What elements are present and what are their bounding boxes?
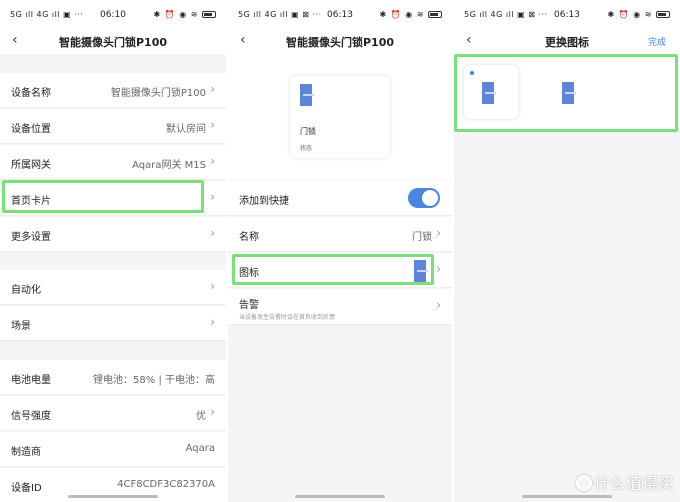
page-title: 智能摄像头门锁P100 (58, 36, 168, 49)
battery-icon (428, 11, 442, 18)
selected-dot-icon (470, 71, 474, 75)
row-label: 场景 (11, 321, 31, 332)
row-value: 4CF8CDF3C82370A (117, 479, 215, 490)
battery-icon (202, 11, 216, 18)
screen-change-icon: 5G ıll 4G ıll ▣ ⊠ ··· 06:13 ✱ ⏰ ◉ ≋ ‹ 更换… (454, 0, 680, 502)
status-bar: 5G ıll 4G ıll ▣ ··· 06:10 ✱ ⏰ ◉ ≋ (0, 0, 226, 30)
row-value: 门锁 (412, 232, 432, 243)
row-label: 告警 (239, 300, 259, 311)
icon-grid (454, 54, 680, 130)
chevron-right-icon: › (210, 82, 215, 96)
row-label: 自动化 (11, 285, 41, 296)
row-label: 信号强度 (11, 411, 51, 422)
door-lock-icon (414, 260, 428, 282)
row-subtext: 当设备发生告警时会在首页收到反馈 (239, 314, 336, 321)
row-add-shortcut: 添加到快捷 (228, 181, 452, 216)
chevron-right-icon: › (210, 190, 215, 204)
row-label: 设备名称 (11, 88, 51, 99)
status-icons: ✱ ⏰ ◉ ≋ (379, 10, 442, 19)
row-label: 更多设置 (11, 232, 51, 243)
row-value: 锂电池：58% | 干电池：高 (93, 375, 215, 386)
row-value: Aqara (185, 443, 215, 454)
watermark: 什么值得买 (575, 470, 674, 494)
page-title: 智能摄像头门锁P100 (285, 36, 395, 49)
watermark-logo-icon (575, 475, 592, 491)
row-value: Aqara网关 M1S (132, 160, 206, 171)
device-card-preview: 门锁 状态 (290, 76, 390, 158)
row-label: 制造商 (11, 447, 41, 458)
home-indicator (68, 495, 158, 498)
row-label: 所属网关 (11, 160, 51, 171)
row-label: 电池电量 (11, 375, 51, 386)
status-icons: ✱ ⏰ ◉ ≋ (153, 10, 216, 19)
door-lock-icon (482, 82, 496, 104)
row-label: 首页卡片 (11, 196, 51, 207)
card-name: 门锁 (300, 127, 316, 136)
row-device-location[interactable]: 设备位置 默认房间 › (0, 109, 226, 144)
row-value: 优 (196, 411, 206, 422)
row-label: 添加到快捷 (239, 196, 289, 207)
row-automation[interactable]: 自动化 › (0, 270, 226, 305)
row-label: 设备ID (11, 483, 42, 494)
row-name[interactable]: 名称 门锁 › (228, 217, 452, 252)
chevron-right-icon: › (210, 279, 215, 293)
card-preview-area: 门锁 状态 (228, 54, 452, 180)
row-label: 名称 (239, 232, 259, 243)
status-bar: 5G ıll 4G ıll ▣ ⊠ ··· 06:13 ✱ ⏰ ◉ ≋ (454, 0, 680, 30)
row-label: 设备位置 (11, 124, 51, 135)
row-manufacturer: 制造商 Aqara (0, 432, 226, 467)
chevron-right-icon: › (436, 226, 441, 240)
door-lock-icon (562, 82, 576, 104)
row-home-card[interactable]: 首页卡片 › (0, 181, 226, 216)
shortcut-toggle[interactable] (408, 188, 440, 208)
chevron-right-icon: › (210, 154, 215, 168)
screen-home-card: 5G ıll 4G ıll ▣ ⊠ ··· 06:13 ✱ ⏰ ◉ ≋ ‹ 智能… (228, 0, 452, 502)
row-value: 智能摄像头门锁P100 (110, 88, 206, 99)
icon-option[interactable] (540, 65, 594, 119)
done-button[interactable]: 完成 (648, 35, 666, 48)
icon-option-selected[interactable] (464, 65, 518, 119)
row-more-settings[interactable]: 更多设置 › (0, 217, 226, 252)
row-alarm[interactable]: 告警 当设备发生告警时会在首页收到反馈 › (228, 289, 452, 325)
nav-bar: ‹ 智能摄像头门锁P100 (228, 30, 452, 54)
row-gateway[interactable]: 所属网关 Aqara网关 M1S › (0, 145, 226, 180)
row-signal[interactable]: 信号强度 优 › (0, 396, 226, 431)
chevron-right-icon: › (436, 262, 441, 276)
chevron-right-icon: › (210, 405, 215, 419)
battery-icon (656, 11, 670, 18)
home-indicator (522, 495, 612, 498)
row-label: 图标 (239, 268, 259, 279)
nav-bar: ‹ 智能摄像头门锁P100 (0, 30, 226, 54)
status-bar: 5G ıll 4G ıll ▣ ⊠ ··· 06:13 ✱ ⏰ ◉ ≋ (228, 0, 452, 30)
card-status: 状态 (300, 145, 313, 152)
status-icons: ✱ ⏰ ◉ ≋ (607, 10, 670, 19)
row-battery: 电池电量 锂电池：58% | 干电池：高 (0, 360, 226, 395)
row-scene[interactable]: 场景 › (0, 306, 226, 341)
home-indicator (295, 495, 385, 498)
chevron-right-icon: › (210, 118, 215, 132)
nav-bar: ‹ 更换图标 完成 (454, 30, 680, 54)
chevron-right-icon: › (436, 298, 441, 312)
screen-device-settings: 5G ıll 4G ıll ▣ ··· 06:10 ✱ ⏰ ◉ ≋ ‹ 智能摄像… (0, 0, 226, 502)
row-icon[interactable]: 图标 › (228, 253, 452, 288)
page-title: 更换图标 (545, 36, 589, 49)
door-lock-icon (300, 84, 314, 106)
row-device-name[interactable]: 设备名称 智能摄像头门锁P100 › (0, 73, 226, 108)
chevron-right-icon: › (210, 226, 215, 240)
row-value: 默认房间 (166, 124, 206, 135)
chevron-right-icon: › (210, 315, 215, 329)
